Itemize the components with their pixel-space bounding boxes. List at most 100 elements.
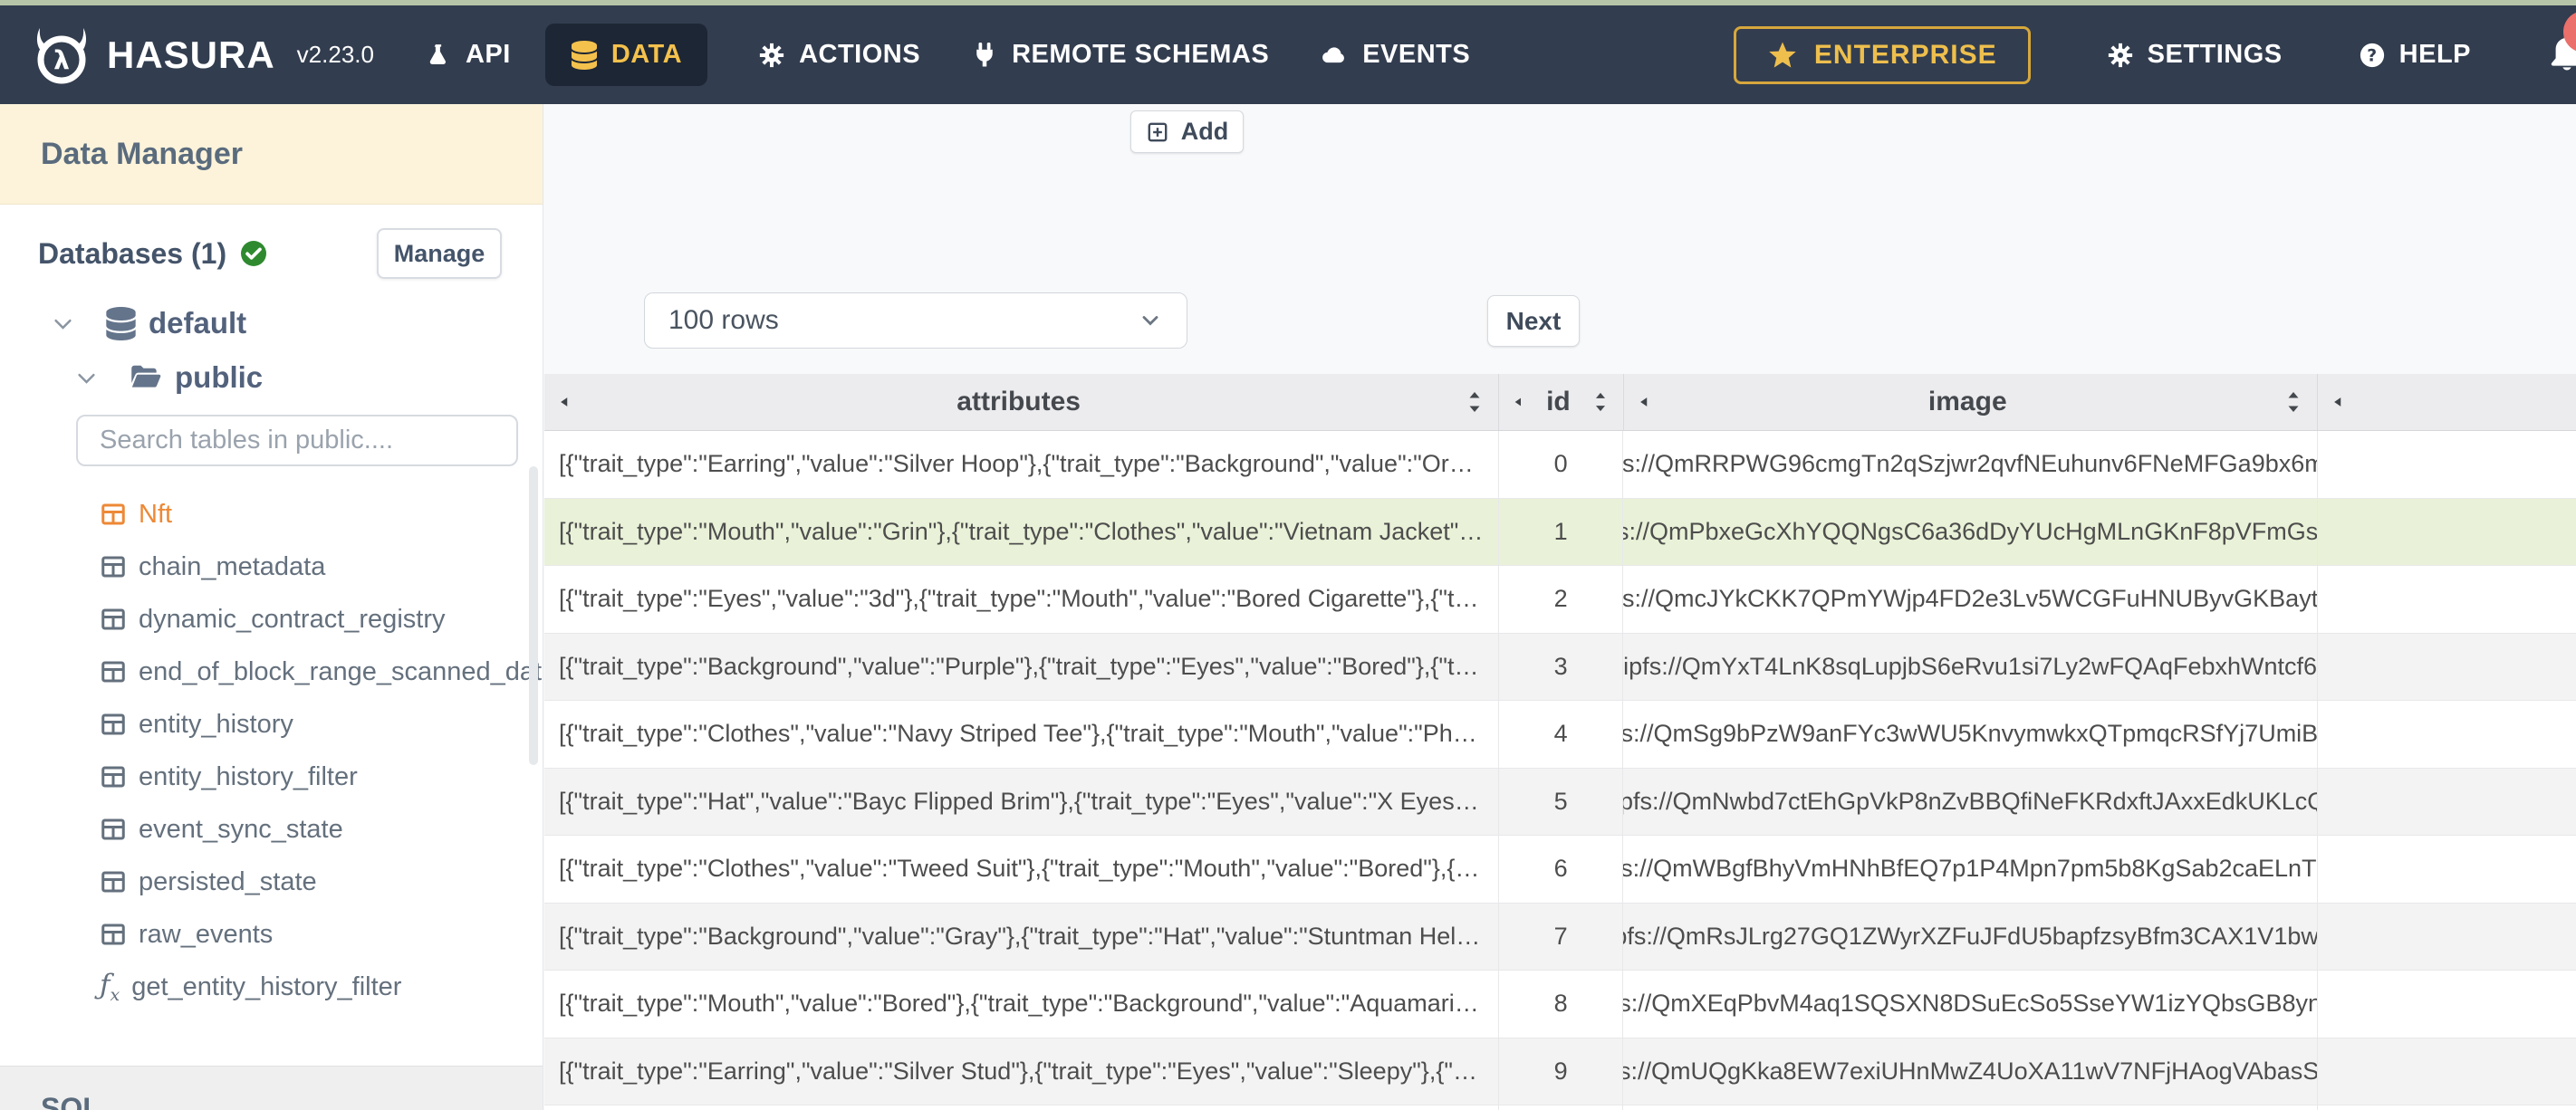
column-header-id[interactable]: id (1499, 374, 1624, 430)
cell-id[interactable]: 9 (1499, 1038, 1624, 1105)
table-item-label: raw_events (139, 919, 274, 949)
table-row[interactable]: [{"trait_type":"Earring","value":"Silver… (544, 1038, 2576, 1105)
table-item-label: entity_history (139, 709, 293, 739)
cell-attributes[interactable]: [{"trait_type":"Clothes","value":"Navy S… (544, 701, 1499, 768)
cell-attributes[interactable]: [{"trait_type":"Hat","value":"Bayc Flipp… (544, 768, 1499, 835)
column-title: image (1927, 387, 2007, 416)
rows-per-page-select[interactable]: 100 rows (644, 292, 1187, 349)
cell-id[interactable]: 7 (1499, 903, 1624, 970)
sidebar-sql-section[interactable]: SQL (0, 1066, 543, 1110)
table-row[interactable]: [{"trait_type":"Mouth","value":"Bored"},… (544, 971, 2576, 1038)
caret-left-icon[interactable] (2331, 393, 2347, 411)
column-header-clipped[interactable] (2318, 374, 2576, 430)
cell-attributes[interactable]: [{"trait_type":"Earring","value":"Silver… (544, 1038, 1499, 1105)
nav-item-events[interactable]: EVENTS (1320, 40, 1470, 70)
nav-item-remote-schemas[interactable]: REMOTE SCHEMAS (971, 40, 1269, 70)
enterprise-button[interactable]: ENTERPRISE (1733, 25, 2031, 84)
nav-label: REMOTE SCHEMAS (1012, 40, 1270, 69)
table-row[interactable]: [{"trait_type":"Hat","value":"Bayc Flipp… (544, 768, 2576, 836)
cell-attributes[interactable]: [{"trait_type":"Eyes","value":"3d"},{"tr… (544, 566, 1499, 633)
cell-image[interactable]: ipfs://QmSg9bPzW9anFYc3wWU5KnvymwkxQTpmq… (1623, 701, 2318, 768)
cell-clipped (2318, 769, 2576, 836)
table-body: [{"trait_type":"Earring","value":"Silver… (544, 431, 2576, 1110)
cell-attributes[interactable]: [{"trait_type":"Background","value":"Gra… (544, 903, 1499, 970)
cell-id[interactable]: 3 (1499, 633, 1624, 700)
table-icon (100, 501, 127, 528)
caret-left-icon[interactable] (1512, 394, 1526, 410)
cell-image[interactable]: ipfs://QmPbxeGcXhYQQNgsC6a36dDyYUcHgMLnG… (1623, 498, 2318, 565)
tree-node-schema-public[interactable]: public (74, 360, 543, 395)
add-button-label: Add (1180, 118, 1229, 145)
sort-icon[interactable] (2283, 388, 2304, 416)
nav-item-settings[interactable]: SETTINGS (2107, 40, 2283, 70)
table-row[interactable]: [{"trait_type":"Earring","value":"Silver… (544, 431, 2576, 499)
nav-item-api[interactable]: API (425, 40, 511, 70)
table-row[interactable]: [{"trait_type":"Background","value":"Pur… (544, 633, 2576, 701)
sort-icon[interactable] (1591, 388, 1610, 416)
column-header-attributes[interactable]: attributes (544, 374, 1500, 430)
sidebar-item-function[interactable]: ƒx get_entity_history_filter (0, 961, 543, 1013)
table-row[interactable]: [{"trait_type":"Clothes","value":"Navy S… (544, 701, 2576, 769)
nav-item-data[interactable]: DATA (544, 24, 708, 86)
nav-item-help[interactable]: ? HELP (2359, 40, 2471, 70)
cell-id[interactable]: 1 (1499, 498, 1624, 565)
manage-button[interactable]: Manage (377, 228, 502, 279)
nav-label: SETTINGS (2147, 40, 2283, 69)
cell-image[interactable]: ipfs://QmUQgKka8EW7exiUHnMwZ4UoXA11wV7NF… (1623, 1038, 2318, 1105)
cell-image[interactable]: ipfs://QmNwbd7ctEhGpVkP8nZvBBQfiNeFKRdxf… (1623, 768, 2318, 835)
sidebar-title-label: Data Manager (41, 136, 243, 171)
column-header-image[interactable]: image (1624, 374, 2319, 430)
table-item-label: end_of_block_range_scanned_data (139, 656, 543, 686)
sort-icon[interactable] (1464, 388, 1485, 416)
notifications-button[interactable]: 8 (2545, 10, 2576, 81)
table-row[interactable]: [{"trait_type":"Background","value":"Gra… (544, 903, 2576, 971)
table-icon (100, 816, 127, 843)
nav-item-actions[interactable]: ACTIONS (758, 40, 920, 70)
cell-image[interactable]: ipfs://QmcJYkCKK7QPmYWjp4FD2e3Lv5WCGFuHN… (1623, 566, 2318, 633)
cell-attributes[interactable]: [{"trait_type":"Earring","value":"Silver… (544, 431, 1499, 498)
cell-image[interactable]: ipfs://QmRsJLrg27GQ1ZWyrXZFuJFdU5bapfzsy… (1623, 903, 2318, 970)
chevron-down-icon[interactable] (51, 311, 75, 336)
tree-node-database-default[interactable]: default (51, 306, 543, 340)
cell-attributes[interactable]: [{"trait_type":"Mouth","value":"Grin"},{… (544, 498, 1499, 565)
cell-image[interactable]: ipfs://QmYxT4LnK8sqLupjbS6eRvu1si7Ly2wFQ… (1623, 633, 2318, 700)
sidebar-table-item[interactable]: end_of_block_range_scanned_data (0, 646, 543, 698)
cell-image[interactable]: ipfs://QmRRPWG96cmgTn2qSzjwr2qvfNEuhunv6… (1623, 431, 2318, 498)
svg-text:λ: λ (53, 45, 70, 75)
cell-id[interactable]: 0 (1499, 431, 1624, 498)
caret-left-icon[interactable] (557, 393, 573, 411)
cell-id[interactable]: 5 (1499, 768, 1624, 835)
cell-id[interactable]: 8 (1499, 971, 1624, 1038)
question-circle-icon: ? (2359, 42, 2386, 69)
next-page-button[interactable]: Next (1487, 295, 1580, 347)
cell-image[interactable]: ipfs://QmXEqPbvM4aq1SQSXN8DSuEcSo5SseYW1… (1623, 971, 2318, 1038)
sidebar-table-item[interactable]: persisted_state (0, 856, 543, 908)
folder-open-icon (130, 364, 162, 391)
cell-attributes[interactable]: [{"trait_type":"Mouth","value":"Bored"},… (544, 971, 1499, 1038)
sidebar-table-item[interactable]: event_sync_state (0, 803, 543, 856)
sidebar-scrollbar[interactable] (529, 466, 538, 765)
chevron-down-icon[interactable] (74, 366, 99, 390)
sidebar-table-item[interactable]: raw_events (0, 908, 543, 961)
table-row[interactable]: [{"trait_type":"Mouth","value":"Grin"},{… (544, 498, 2576, 566)
table-row[interactable]: [{"trait_type":"Eyes","value":"3d"},{"tr… (544, 566, 2576, 634)
sidebar-table-item[interactable]: Nft (0, 488, 543, 541)
brand[interactable]: λ HASURA v2.23.0 (33, 26, 374, 84)
navbar-right-group: ENTERPRISE SETTINGS ? HELP (1733, 10, 2576, 84)
sidebar-table-item[interactable]: chain_metadata (0, 541, 543, 593)
cell-image[interactable]: ipfs://QmWBgfBhyVmHNhBfEQ7p1P4Mpn7pm5b8K… (1623, 836, 2318, 903)
cell-attributes[interactable]: [{"trait_type":"Background","value":"Pur… (544, 633, 1499, 700)
search-tables-input[interactable] (78, 426, 516, 455)
nav-label: EVENTS (1362, 40, 1471, 69)
sidebar-table-item[interactable]: dynamic_contract_registry (0, 593, 543, 646)
cell-attributes[interactable]: [{"trait_type":"Clothes","value":"Tweed … (544, 836, 1499, 903)
sidebar-table-item[interactable]: entity_history_filter (0, 751, 543, 803)
cell-id[interactable]: 4 (1499, 701, 1624, 768)
sidebar-table-item[interactable]: entity_history (0, 698, 543, 751)
cell-id[interactable]: 6 (1499, 836, 1624, 903)
add-row-button[interactable]: Add (1130, 110, 1244, 153)
caret-left-icon[interactable] (1637, 393, 1653, 411)
cell-id[interactable]: 2 (1499, 566, 1624, 633)
version-label: v2.23.0 (296, 41, 374, 68)
table-row[interactable]: [{"trait_type":"Clothes","value":"Tweed … (544, 836, 2576, 904)
